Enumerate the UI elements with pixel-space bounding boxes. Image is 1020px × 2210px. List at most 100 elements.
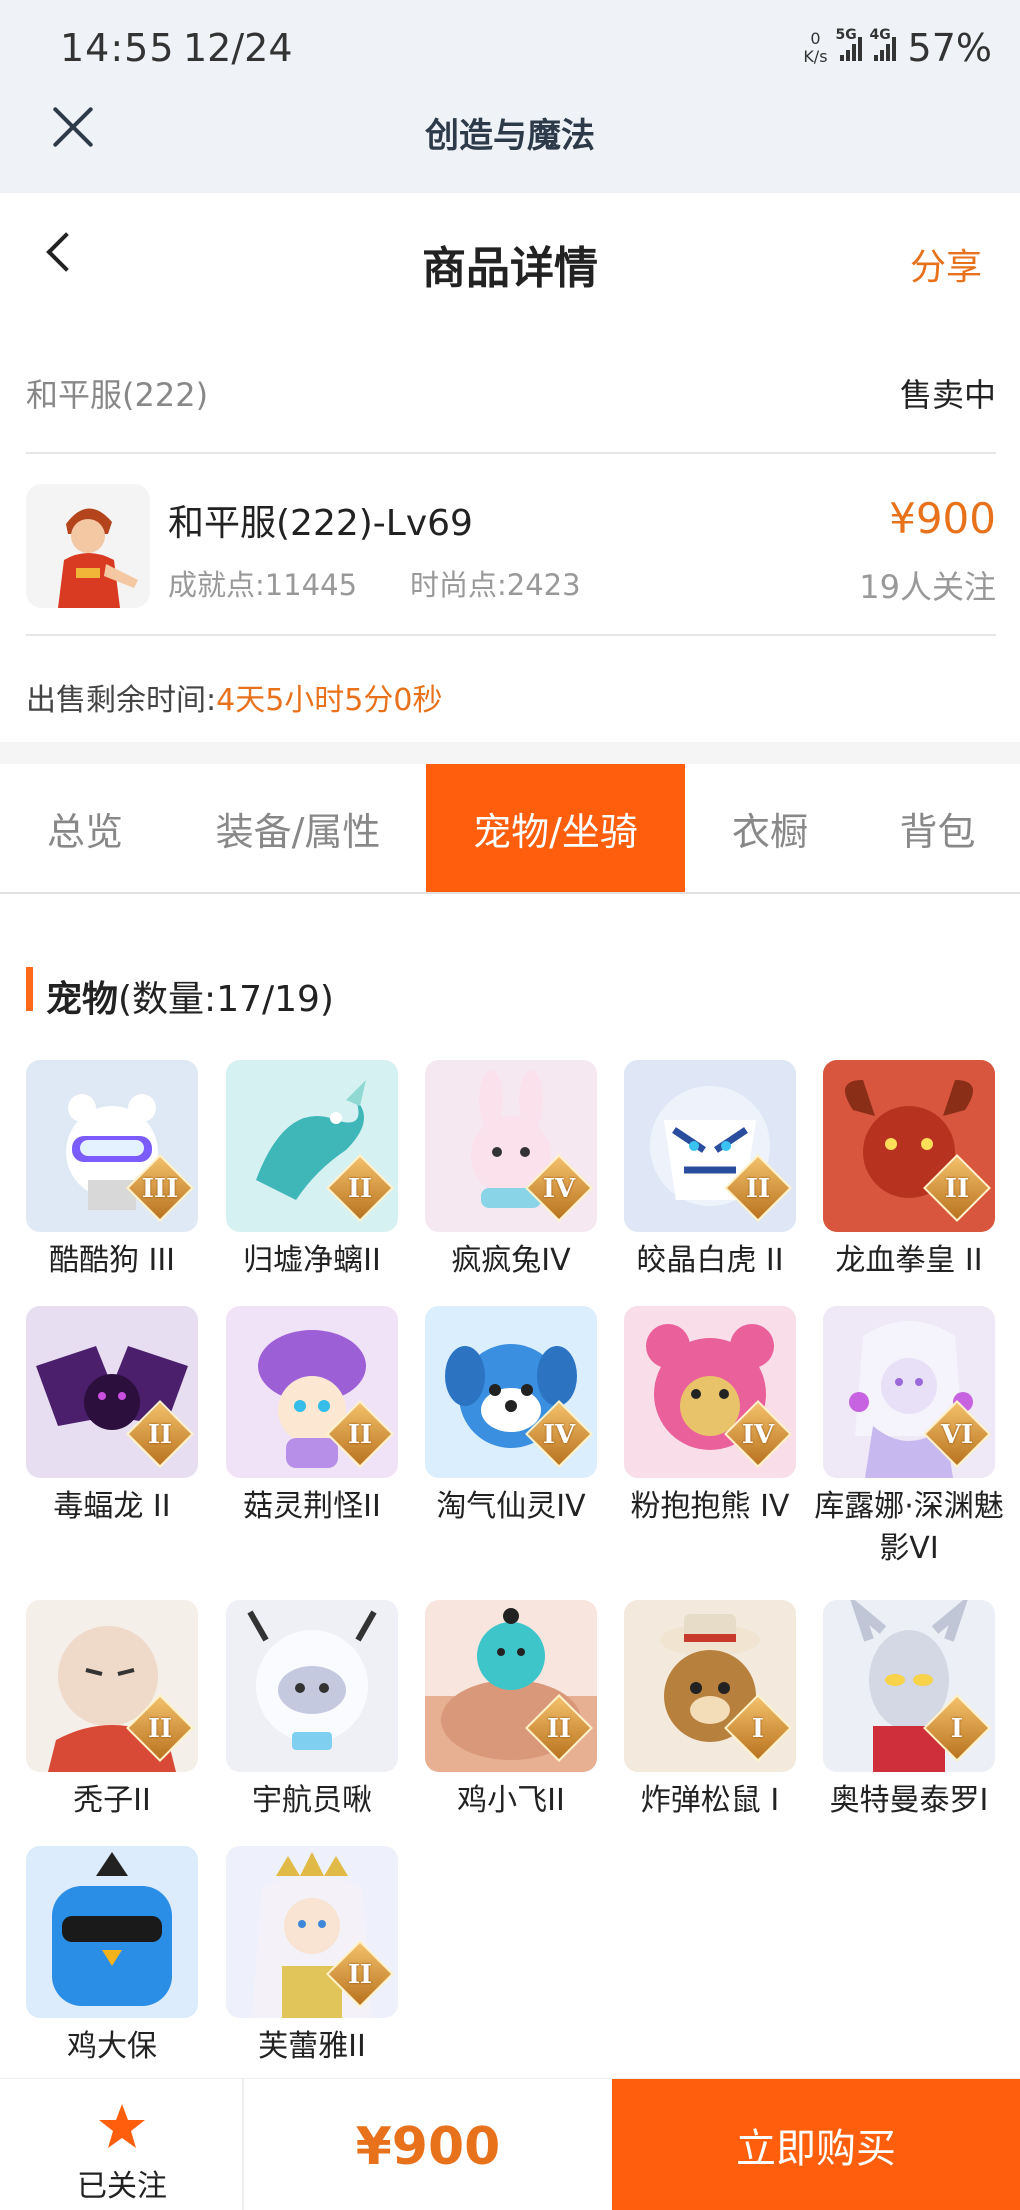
pet-card[interactable]: II 毒蝠龙 II xyxy=(26,1306,198,1528)
bottom-action-bar: 已关注 ¥900 立即购买 xyxy=(0,2078,1020,2210)
pet-card[interactable]: II 归墟净螭II xyxy=(226,1060,398,1282)
pet-name: 鸡小飞II xyxy=(457,1783,565,1818)
pet-name: 秃子II xyxy=(73,1783,151,1818)
muscle-pet-icon: II xyxy=(425,1600,597,1772)
blue-pup-pet-icon: IV xyxy=(425,1306,597,1478)
rank-badge-label: II xyxy=(546,1714,572,1744)
bat-dragon-pet-icon: II xyxy=(26,1306,198,1478)
achievement-points: 成就点:11445 xyxy=(168,568,358,602)
signal-4g-icon: 4G xyxy=(870,27,896,61)
pets-section-label: 宠物 xyxy=(46,979,119,1020)
pet-name: 毒蝠龙 II xyxy=(53,1489,171,1524)
bear-dog-pet-icon: III xyxy=(26,1060,198,1232)
pets-count: (数量:17/19) xyxy=(118,979,334,1020)
tab-wardrobe[interactable]: 衣橱 xyxy=(685,764,855,892)
rank-badge-label: II xyxy=(745,1174,771,1204)
pet-name: 奥特曼泰罗I xyxy=(829,1783,989,1818)
pet-card[interactable]: II 芙蕾雅II xyxy=(226,1846,398,2068)
tab-equipment[interactable]: 装备/属性 xyxy=(170,764,426,892)
rank-badge-label: I xyxy=(950,1714,964,1744)
network-speed: 0 K/s xyxy=(803,30,827,66)
server-name: 和平服(222) xyxy=(26,376,209,414)
rabbit-pet-icon: IV xyxy=(425,1060,597,1232)
share-button[interactable]: 分享 xyxy=(910,238,982,290)
pet-card[interactable]: IV 粉抱抱熊 IV xyxy=(624,1306,796,1528)
app-top-area: 14:55 12/24 0 K/s 5G 4G 57% 创造与魔法 xyxy=(0,0,1020,193)
rank-badge-label: IV xyxy=(741,1420,775,1450)
pet-card[interactable]: VI 库露娜·深渊魅影VI xyxy=(814,1306,1004,1570)
follow-label: 已关注 xyxy=(77,2169,167,2204)
demon-pet-icon: II xyxy=(823,1060,995,1232)
product-name: 和平服(222)-Lv69 xyxy=(168,503,473,544)
app-title: 创造与魔法 xyxy=(425,116,595,156)
mushroom-pet-icon: II xyxy=(226,1306,398,1478)
tiger-pet-icon: II xyxy=(624,1060,796,1232)
pet-card[interactable]: III 酷酷狗 III xyxy=(26,1060,198,1282)
pet-card[interactable]: II 秃子II xyxy=(26,1600,198,1822)
pet-name: 菇灵荆怪II xyxy=(243,1489,381,1524)
pet-card[interactable]: IV 疯疯兔IV xyxy=(425,1060,597,1282)
page-title: 商品详情 xyxy=(422,243,598,294)
rank-badge-label: II xyxy=(347,1960,373,1990)
rank-badge-label: II xyxy=(147,1714,173,1744)
follower-count: 19人关注 xyxy=(859,568,996,606)
pet-card[interactable]: II 皎晶白虎 II xyxy=(624,1060,796,1282)
pet-name: 龙血拳皇 II xyxy=(835,1243,983,1278)
follow-button[interactable]: 已关注 xyxy=(0,2079,244,2210)
bird-cool-pet-icon xyxy=(26,1846,198,2018)
astronaut-pet-icon xyxy=(226,1600,398,1772)
rank-badge-label: VI xyxy=(940,1420,974,1450)
signal-5g-label: 5G xyxy=(835,27,857,43)
pet-card[interactable]: IV 淘气仙灵IV xyxy=(425,1306,597,1528)
dragon-pet-icon: II xyxy=(226,1060,398,1232)
remaining-time: 出售剩余时间:4天5小时5分0秒 xyxy=(26,675,442,719)
status-date: 12/24 xyxy=(183,26,293,70)
rank-badge-label: IV xyxy=(542,1420,576,1450)
pet-card[interactable]: II 龙血拳皇 II xyxy=(823,1060,995,1282)
star-icon xyxy=(99,2104,145,2148)
pink-bear-pet-icon: IV xyxy=(624,1306,796,1478)
pet-card[interactable]: 鸡大保 xyxy=(26,1846,198,2068)
rank-badge-label: III xyxy=(141,1174,179,1204)
network-speed-value: 0 xyxy=(810,29,821,48)
pet-name: 皎晶白虎 II xyxy=(636,1243,784,1278)
rank-badge-label: I xyxy=(751,1714,765,1744)
pet-name: 归墟净螭II xyxy=(243,1243,381,1278)
status-indicators: 0 K/s 5G 4G 57% xyxy=(803,26,992,70)
pet-name: 淘气仙灵IV xyxy=(436,1489,586,1524)
rank-badge-label: II xyxy=(944,1174,970,1204)
pet-name: 疯疯兔IV xyxy=(451,1243,571,1278)
sale-status: 售卖中 xyxy=(899,376,996,414)
pet-name: 宇航员啾 xyxy=(252,1783,372,1818)
divider xyxy=(26,452,996,454)
goddess-pet-icon: II xyxy=(226,1846,398,2018)
tab-backpack[interactable]: 背包 xyxy=(855,764,1020,892)
pet-name: 芙蕾雅II xyxy=(258,2029,366,2064)
rank-badge-label: II xyxy=(347,1420,373,1450)
battery-level: 57% xyxy=(907,26,992,70)
buy-now-button[interactable]: 立即购买 xyxy=(612,2079,1020,2210)
pet-name: 鸡大保 xyxy=(67,2029,157,2064)
network-speed-unit: K/s xyxy=(803,47,828,66)
pet-card[interactable]: I 奥特曼泰罗I xyxy=(823,1600,995,1822)
rank-badge-label: IV xyxy=(542,1174,576,1204)
bottom-price: ¥900 xyxy=(355,2117,501,2177)
signal-5g-icon: 5G xyxy=(836,27,862,61)
detail-tabs: 总览 装备/属性 宠物/坐骑 衣橱 背包 xyxy=(0,764,1020,894)
bald-pet-icon: II xyxy=(26,1600,198,1772)
rank-badge-label: II xyxy=(347,1174,373,1204)
remaining-time-value: 4天5小时5分0秒 xyxy=(216,683,443,718)
pet-name: 粉抱抱熊 IV xyxy=(630,1489,790,1524)
hero-pet-icon: I xyxy=(823,1600,995,1772)
pet-name: 酷酷狗 III xyxy=(48,1243,176,1278)
remaining-time-label: 出售剩余时间: xyxy=(26,683,217,718)
pet-card[interactable]: II 菇灵荆怪II xyxy=(226,1306,398,1528)
pet-card[interactable]: II 鸡小飞II xyxy=(425,1600,597,1822)
pet-card[interactable]: I 炸弹松鼠 I xyxy=(624,1600,796,1822)
tab-pets-mounts[interactable]: 宠物/坐骑 xyxy=(426,764,685,892)
pet-name: 炸弹松鼠 I xyxy=(640,1783,780,1818)
product-price: ¥900 xyxy=(889,494,996,543)
tab-overview[interactable]: 总览 xyxy=(0,764,170,892)
pet-card[interactable]: 宇航员啾 xyxy=(226,1600,398,1822)
section-accent-bar xyxy=(26,967,33,1011)
